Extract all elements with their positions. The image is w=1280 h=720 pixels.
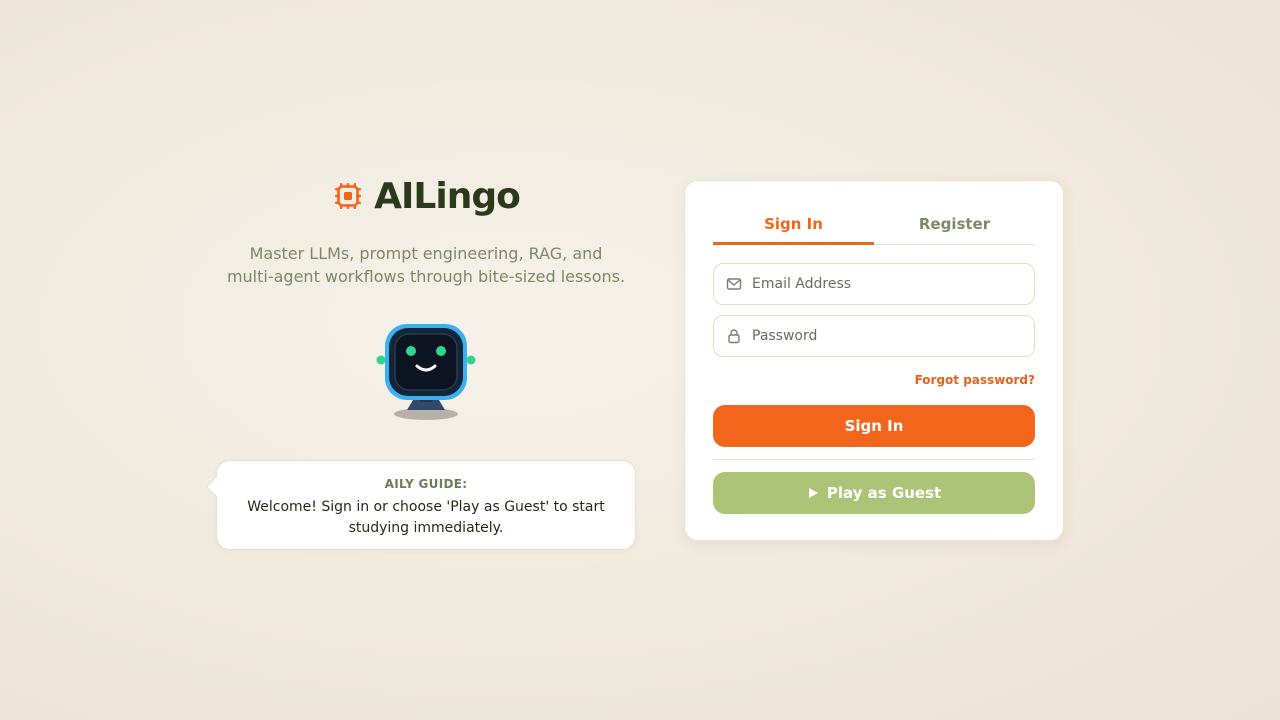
chip-icon bbox=[335, 183, 362, 209]
sign-in-button[interactable]: Sign In bbox=[713, 405, 1035, 447]
robot-icon bbox=[376, 324, 476, 420]
hero-section: AILingo Master LLMs, prompt engineering,… bbox=[216, 170, 636, 426]
email-field[interactable] bbox=[713, 263, 1035, 305]
brand-name: AILingo bbox=[374, 175, 521, 217]
password-field[interactable] bbox=[713, 315, 1035, 357]
play-as-guest-label: Play as Guest bbox=[826, 484, 942, 502]
play-icon bbox=[808, 488, 818, 498]
mail-icon bbox=[726, 278, 742, 290]
auth-card: Sign In Register Forgot password? Sign I… bbox=[684, 180, 1064, 541]
play-as-guest-button[interactable]: Play as Guest bbox=[713, 472, 1035, 514]
forgot-password-link[interactable]: Forgot password? bbox=[713, 373, 1035, 387]
divider bbox=[713, 459, 1035, 460]
password-input[interactable] bbox=[752, 328, 1034, 344]
brand: AILingo bbox=[216, 170, 636, 222]
tagline: Master LLMs, prompt engineering, RAG, an… bbox=[226, 244, 626, 286]
guide-title: AILY GUIDE: bbox=[384, 477, 468, 491]
tab-register[interactable]: Register bbox=[874, 209, 1035, 244]
tab-sign-in[interactable]: Sign In bbox=[713, 209, 874, 245]
guide-bubble: AILY GUIDE: Welcome! Sign in or choose '… bbox=[216, 460, 636, 550]
robot-mascot bbox=[371, 316, 481, 426]
lock-icon bbox=[728, 329, 740, 344]
auth-tabs: Sign In Register bbox=[713, 209, 1035, 245]
guide-message: Welcome! Sign in or choose 'Play as Gues… bbox=[247, 499, 605, 536]
email-input[interactable] bbox=[752, 276, 1034, 292]
